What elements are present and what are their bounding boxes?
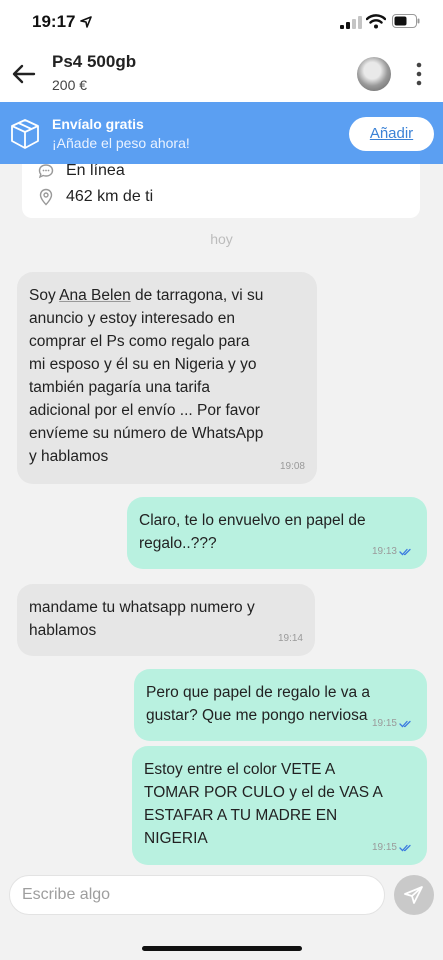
message-composer [0, 866, 443, 960]
double-check-icon [399, 844, 411, 851]
box-icon [11, 119, 39, 149]
product-title[interactable]: Ps4 500gb [52, 52, 136, 72]
home-indicator[interactable] [142, 946, 302, 951]
message-bubble-outgoing: Estoy entre el color VETE A TOMAR POR CU… [132, 746, 427, 865]
sender-name-link[interactable]: Ana Belen [59, 287, 131, 304]
online-status: En línea [66, 162, 125, 179]
day-separator: hoy [210, 231, 233, 247]
location-arrow-icon [80, 16, 92, 28]
chat-screen: 19:17 Ps4 500gb 200 € En línea 462 km de… [0, 0, 443, 960]
message-input[interactable] [9, 875, 385, 915]
online-status-row: En línea [38, 162, 125, 180]
message-bubble-incoming: mandame tu whatsapp numero y hablamos 19… [17, 584, 315, 656]
battery-icon [392, 14, 420, 28]
message-time: 19:13 [372, 540, 413, 563]
free-shipping-banner: Envíalo gratis ¡Añade el peso ahora! Aña… [0, 102, 443, 164]
message-bubble-outgoing: Pero que papel de regalo le va a gustar?… [134, 669, 427, 741]
send-button[interactable] [394, 875, 434, 915]
banner-subtitle: ¡Añade el peso ahora! [52, 135, 190, 151]
message-bubble-outgoing: Claro, te lo envuelvo en papel de regalo… [127, 497, 427, 569]
back-arrow-icon[interactable] [10, 60, 38, 88]
more-vertical-icon[interactable] [412, 60, 426, 88]
chat-bubble-icon [38, 164, 54, 179]
double-check-icon [399, 548, 411, 555]
product-price: 200 € [52, 77, 88, 93]
signal-icon [340, 16, 362, 29]
banner-title: Envíalo gratis [52, 116, 144, 132]
status-bar: 19:17 [0, 0, 443, 44]
avatar[interactable] [357, 57, 391, 91]
message-bubble-incoming: Soy Ana Belen de tarragona, vi su anunci… [17, 272, 317, 484]
send-icon [404, 886, 423, 904]
message-time: 19:14 [277, 633, 303, 644]
message-time: 19:15 [372, 836, 413, 859]
add-weight-button[interactable]: Añadir [349, 117, 434, 151]
message-text: mandame tu whatsapp numero y hablamos [29, 599, 255, 639]
message-text: Soy Ana Belen de tarragona, vi su anunci… [29, 287, 264, 465]
wifi-icon [366, 14, 386, 29]
status-time: 19:17 [32, 12, 76, 31]
distance: 462 km de ti [66, 188, 154, 205]
chat-header: Ps4 500gb 200 € [0, 44, 443, 102]
distance-row: 462 km de ti [38, 188, 153, 206]
message-time: 19:08 [279, 461, 305, 472]
double-check-icon [399, 720, 411, 727]
location-pin-icon [39, 188, 53, 206]
message-time: 19:15 [372, 712, 413, 735]
